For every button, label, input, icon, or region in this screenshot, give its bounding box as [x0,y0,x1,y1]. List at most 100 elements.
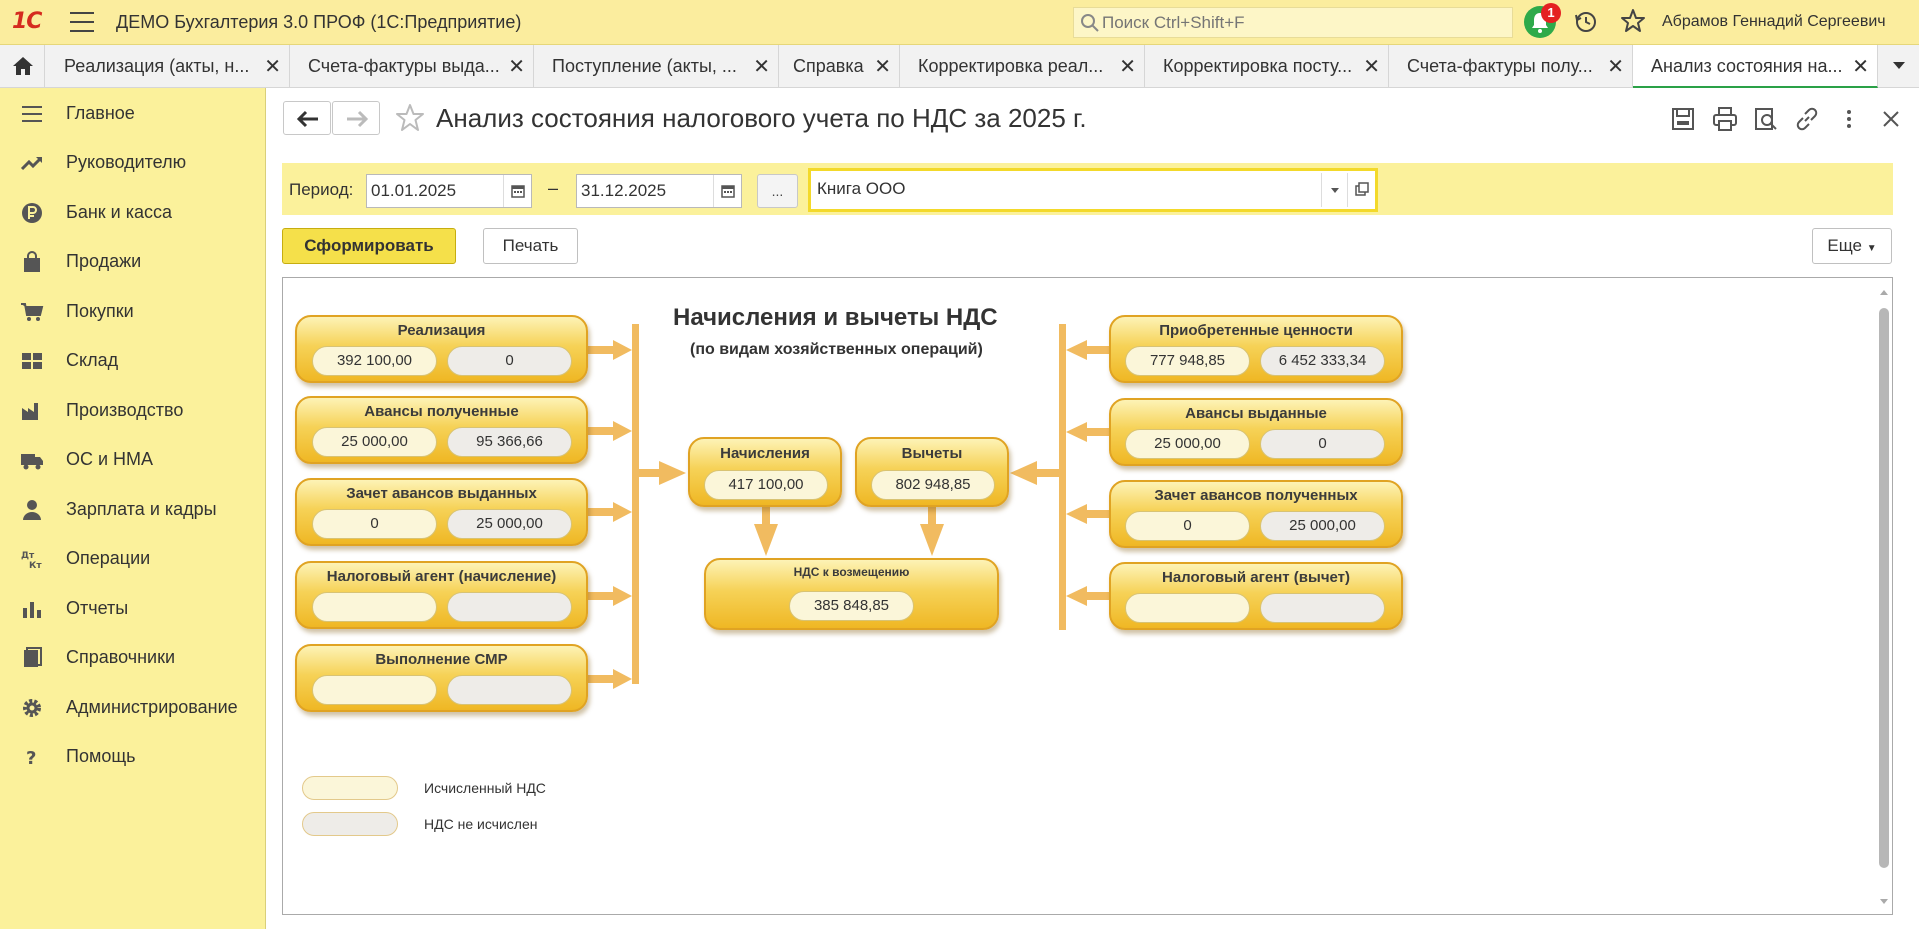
block-deductions[interactable]: Вычеты 802 948,85 [855,437,1009,507]
link-icon[interactable] [1794,106,1820,132]
tab-vat-analysis[interactable]: Анализ состояния на... ✕ [1633,45,1878,88]
sidebar-item-reports[interactable]: Отчеты [0,588,266,628]
sidebar-item-main[interactable]: Главное [0,93,266,133]
scroll-down-icon[interactable] [1878,897,1890,907]
not-calculated-vat-value[interactable]: 6 452 333,34 [1260,346,1385,376]
select-period-button[interactable]: ... [757,174,798,208]
calculated-vat-value[interactable]: 777 948,85 [1125,346,1250,376]
close-icon[interactable]: ✕ [753,54,770,79]
vat-book-open-button[interactable] [1347,173,1375,207]
app-logo[interactable]: 1С [12,9,42,34]
block-vat-refund[interactable]: НДС к возмещению 385 848,85 [704,558,999,630]
global-search[interactable] [1073,7,1513,38]
not-calculated-vat-value[interactable] [447,675,572,705]
close-icon[interactable]: ✕ [1607,54,1624,79]
sidebar-item-manager[interactable]: Руководителю [0,142,266,182]
main-menu-icon[interactable] [70,12,94,32]
close-icon[interactable]: ✕ [874,54,891,79]
sidebar-item-operations[interactable]: Дт Кт Операции [0,538,266,578]
sidebar-item-administration[interactable]: Администрирование [0,687,266,727]
print-preview-icon[interactable] [1753,106,1779,132]
not-calculated-vat-value[interactable]: 0 [447,346,572,376]
tab-reference[interactable]: Справка ✕ [779,45,900,88]
date-to-calendar-button[interactable] [713,175,741,207]
vat-book-input[interactable] [817,179,1317,199]
history-icon[interactable] [1573,9,1599,35]
not-calculated-vat-value[interactable]: 95 366,66 [447,427,572,457]
sidebar-item-catalogs[interactable]: Справочники [0,637,266,677]
not-calculated-vat-value[interactable] [447,592,572,622]
sidebar-item-bank[interactable]: Банк и касса [0,192,266,232]
tab-sales[interactable]: Реализация (акты, н... ✕ [46,45,290,88]
block-sales[interactable]: Реализация 392 100,00 0 [295,315,588,383]
favorites-star-icon[interactable] [1620,8,1646,34]
date-from-calendar-button[interactable] [503,175,531,207]
print-icon[interactable] [1712,106,1738,132]
vat-refund-value[interactable]: 385 848,85 [789,591,914,621]
not-calculated-vat-value[interactable]: 0 [1260,429,1385,459]
tab-receipts-adjustment[interactable]: Корректировка посту... ✕ [1145,45,1389,88]
save-icon[interactable] [1670,106,1696,132]
not-calculated-vat-value[interactable]: 25 000,00 [1260,511,1385,541]
calculated-vat-value[interactable] [312,675,437,705]
accruals-value[interactable]: 417 100,00 [704,470,828,500]
more-button[interactable]: Еще ▼ [1812,228,1892,264]
sidebar-item-warehouse[interactable]: Склад [0,340,266,380]
user-name[interactable]: Абрамов Геннадий Сергеевич [1662,13,1886,31]
not-calculated-vat-value[interactable] [1260,593,1385,623]
calculated-vat-value[interactable] [312,592,437,622]
deductions-value[interactable]: 802 948,85 [871,470,995,500]
generate-button[interactable]: Сформировать [282,228,456,264]
home-tab[interactable] [0,45,45,88]
close-icon[interactable]: ✕ [508,54,525,79]
tab-sales-adjustment[interactable]: Корректировка реал... ✕ [900,45,1145,88]
calculated-vat-value[interactable]: 0 [1125,511,1250,541]
connector-arrow [613,669,632,689]
block-advances-issued[interactable]: Авансы выданные 25 000,00 0 [1109,398,1403,466]
more-actions-icon[interactable] [1836,106,1862,132]
sidebar-item-purchases[interactable]: Покупки [0,291,266,331]
block-construction-works[interactable]: Выполнение СМР [295,644,588,712]
block-advances-received[interactable]: Авансы полученные 25 000,00 95 366,66 [295,396,588,464]
sidebar-item-salary[interactable]: Зарплата и кадры [0,489,266,529]
close-window-icon[interactable] [1878,106,1904,132]
not-calculated-vat-value[interactable]: 25 000,00 [447,509,572,539]
scroll-up-icon[interactable] [1878,287,1890,297]
tabs-more-button[interactable] [1880,45,1919,88]
date-from-field[interactable] [366,174,532,208]
vat-book-dropdown-button[interactable] [1321,173,1347,207]
calculated-vat-value[interactable]: 0 [312,509,437,539]
sidebar-item-sales[interactable]: Продажи [0,241,266,281]
close-icon[interactable]: ✕ [1852,54,1869,79]
close-icon[interactable]: ✕ [1119,54,1136,79]
date-to-field[interactable] [576,174,742,208]
back-button[interactable] [283,101,331,135]
sidebar-item-fixed-assets[interactable]: ОС и НМА [0,439,266,479]
sidebar-item-help[interactable]: ? Помощь [0,736,266,776]
add-to-favorites-star-icon[interactable] [395,103,425,133]
calculated-vat-value[interactable]: 25 000,00 [1125,429,1250,459]
date-to-input[interactable] [581,181,711,201]
block-tax-agent-accrual[interactable]: Налоговый агент (начисление) [295,561,588,629]
forward-button[interactable] [332,101,380,135]
calculated-vat-value[interactable]: 392 100,00 [312,346,437,376]
report-area[interactable]: Начисления и вычеты НДС (по видам хозяйс… [282,277,1893,915]
block-offset-advances-received[interactable]: Зачет авансов полученных 0 25 000,00 [1109,480,1403,548]
tab-invoices-issued[interactable]: Счета-фактуры выда... ✕ [290,45,534,88]
block-acquired-values[interactable]: Приобретенные ценности 777 948,85 6 452 … [1109,315,1403,383]
calculated-vat-value[interactable] [1125,593,1250,623]
close-icon[interactable]: ✕ [264,54,281,79]
calculated-vat-value[interactable]: 25 000,00 [312,427,437,457]
search-input[interactable] [1102,11,1502,35]
block-accruals[interactable]: Начисления 417 100,00 [688,437,842,507]
sidebar-item-production[interactable]: Производство [0,390,266,430]
date-from-input[interactable] [371,181,501,201]
close-icon[interactable]: ✕ [1363,54,1380,79]
tab-receipts[interactable]: Поступление (акты, ... ✕ [534,45,779,88]
scrollbar-thumb[interactable] [1879,308,1889,868]
block-tax-agent-deduction[interactable]: Налоговый агент (вычет) [1109,562,1403,630]
print-button[interactable]: Печать [483,228,578,264]
block-offset-advances-issued[interactable]: Зачет авансов выданных 0 25 000,00 [295,478,588,546]
vat-book-field[interactable] [808,168,1378,212]
tab-invoices-received[interactable]: Счета-фактуры полу... ✕ [1389,45,1633,88]
